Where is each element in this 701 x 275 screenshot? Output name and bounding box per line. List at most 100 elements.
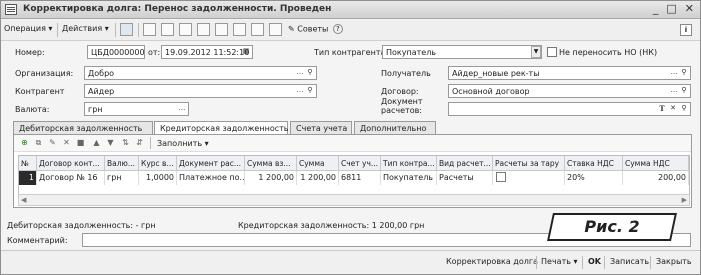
based-on-icon[interactable]	[197, 23, 210, 36]
table-cell[interactable]: 20%	[565, 171, 623, 185]
chevron-down-icon[interactable]: ▼	[531, 46, 541, 58]
column-header[interactable]: Сумма	[297, 156, 339, 171]
column-header[interactable]: Документ рас...	[177, 156, 245, 171]
table-cell[interactable]: 6811	[339, 171, 381, 185]
edit-row-icon[interactable]: ✎	[47, 138, 58, 149]
currency-field[interactable]: грн ...	[84, 102, 189, 116]
ok-button[interactable]: OK	[588, 257, 601, 266]
scroll-right-icon[interactable]: ▶	[682, 196, 687, 204]
sort-desc-icon[interactable]: ⇵	[134, 138, 145, 149]
column-header[interactable]: Ставка НДС	[565, 156, 623, 171]
search-icon[interactable]: ⚲	[679, 67, 689, 79]
doc-type-link[interactable]: Корректировка долга	[446, 257, 538, 266]
table-cell[interactable]: 1,0000	[139, 171, 177, 185]
column-header[interactable]: Договор конт...	[37, 156, 105, 171]
scroll-left-icon[interactable]: ◀	[21, 196, 26, 204]
report-icon[interactable]	[233, 23, 246, 36]
table-cell[interactable]: грн	[105, 171, 139, 185]
column-header[interactable]: Расчеты за тару	[493, 156, 565, 171]
type-icon[interactable]: T	[657, 103, 667, 115]
column-header[interactable]: Сумма вз...	[245, 156, 297, 171]
table-cell[interactable]: 200,00	[623, 171, 689, 185]
toolbar-separator	[650, 256, 651, 269]
contractor-type-select[interactable]: Покупатель ▼	[382, 45, 542, 59]
tab-additional[interactable]: Дополнительно	[354, 121, 436, 135]
close-button[interactable]: Закрыть	[656, 257, 692, 266]
search-icon[interactable]: ⚲	[305, 85, 315, 97]
post-icon[interactable]	[143, 23, 156, 36]
minimize-icon[interactable]: _	[653, 2, 659, 15]
column-header[interactable]: Счет уч...	[339, 156, 381, 171]
calendar-icon[interactable]: ▦	[241, 46, 251, 58]
currency-label: Валюта:	[15, 105, 50, 114]
recipient-field[interactable]: Айдер_новые рек-ты ... ⚲	[448, 66, 691, 80]
structure-icon[interactable]	[120, 23, 133, 36]
tab-receivables[interactable]: Дебиторская задолженность	[13, 121, 153, 135]
help-icon[interactable]: ?	[332, 24, 343, 34]
fill-menu[interactable]: Заполнить ▾	[157, 139, 209, 148]
table-cell[interactable]: 1 200,00	[297, 171, 339, 185]
table-cell[interactable]: Договор № 16	[37, 171, 105, 185]
table-cell[interactable]: Платежное по...	[177, 171, 245, 185]
document-window: Корректировка долга: Перенос задолженнос…	[0, 0, 701, 275]
column-header[interactable]: Вид расчет...	[437, 156, 493, 171]
search-icon[interactable]: ⚲	[679, 103, 689, 115]
window-title: Корректировка долга: Перенос задолженнос…	[23, 4, 332, 14]
search-icon[interactable]: ⚲	[679, 85, 689, 97]
delete-row-icon[interactable]: ✕	[61, 138, 72, 149]
column-header[interactable]: Курс в...	[139, 156, 177, 171]
settlement-doc-label: Документ расчетов:	[381, 97, 423, 115]
contractor-field[interactable]: Айдер ... ⚲	[84, 84, 317, 98]
organization-field[interactable]: Добро ... ⚲	[84, 66, 317, 80]
table-cell[interactable]: Покупатель	[381, 171, 437, 185]
settlement-doc-label-line1: Документ	[381, 97, 423, 106]
journal-icon[interactable]	[251, 23, 264, 36]
column-header[interactable]: №	[19, 156, 37, 171]
info-icon[interactable]: i	[680, 24, 692, 36]
close-icon[interactable]: ✕	[685, 2, 694, 15]
copy-icon[interactable]	[179, 23, 192, 36]
select-ellipsis-icon[interactable]: ...	[177, 103, 187, 115]
clear-icon[interactable]: ✕	[668, 103, 678, 115]
select-ellipsis-icon[interactable]: ...	[295, 67, 305, 79]
actions-menu[interactable]: Действия ▾	[62, 24, 109, 33]
bottom-bar: Корректировка долга Печать ▾ OK Записать…	[1, 250, 700, 274]
number-field[interactable]: ЦБД00000002	[87, 45, 145, 59]
column-header[interactable]: Тип контра...	[381, 156, 437, 171]
table-cell[interactable]: Расчеты	[437, 171, 493, 185]
select-ellipsis-icon[interactable]: ...	[669, 85, 679, 97]
print-menu[interactable]: Печать ▾	[541, 257, 578, 266]
select-ellipsis-icon[interactable]: ...	[295, 85, 305, 97]
list-icon[interactable]	[269, 23, 282, 36]
table-cell[interactable]: 1	[19, 171, 37, 185]
end-edit-icon[interactable]: ■	[75, 138, 86, 149]
title-bar: Корректировка долга: Перенос задолженнос…	[1, 1, 700, 19]
settlement-doc-field[interactable]: T ✕ ⚲	[448, 102, 691, 116]
unpost-icon[interactable]	[161, 23, 174, 36]
sort-asc-icon[interactable]: ⇅	[120, 138, 131, 149]
toolbar-separator	[138, 23, 139, 37]
operation-menu[interactable]: Операция ▾	[4, 24, 52, 33]
horizontal-scrollbar[interactable]: ◀ ▶	[18, 194, 690, 206]
table-cell[interactable]	[493, 171, 565, 185]
column-header[interactable]: Валю...	[105, 156, 139, 171]
move-down-icon[interactable]: ▼	[105, 138, 116, 149]
tare-checkbox[interactable]	[496, 172, 506, 182]
maximize-icon[interactable]: □	[666, 2, 676, 15]
contract-field[interactable]: Основной договор ... ⚲	[448, 84, 691, 98]
save-button[interactable]: Записать	[610, 257, 649, 266]
tab-accounts[interactable]: Счета учета	[290, 121, 352, 135]
move-up-icon[interactable]: ▲	[91, 138, 102, 149]
tips-button[interactable]: ✎ Советы ?	[288, 24, 343, 34]
copy-row-icon[interactable]: ⧉	[33, 138, 44, 149]
date-value: 19.09.2012 11:52:10	[165, 48, 250, 57]
table-cell[interactable]: 1 200,00	[245, 171, 297, 185]
toolbar-separator	[604, 256, 605, 269]
date-field[interactable]: 19.09.2012 11:52:10 ▦	[161, 45, 253, 59]
add-row-icon[interactable]: ⊕	[19, 138, 30, 149]
movements-icon[interactable]	[215, 23, 228, 36]
column-header[interactable]: Сумма НДС	[623, 156, 689, 171]
no-transfer-checkbox[interactable]	[547, 47, 557, 57]
select-ellipsis-icon[interactable]: ...	[669, 67, 679, 79]
search-icon[interactable]: ⚲	[305, 67, 315, 79]
